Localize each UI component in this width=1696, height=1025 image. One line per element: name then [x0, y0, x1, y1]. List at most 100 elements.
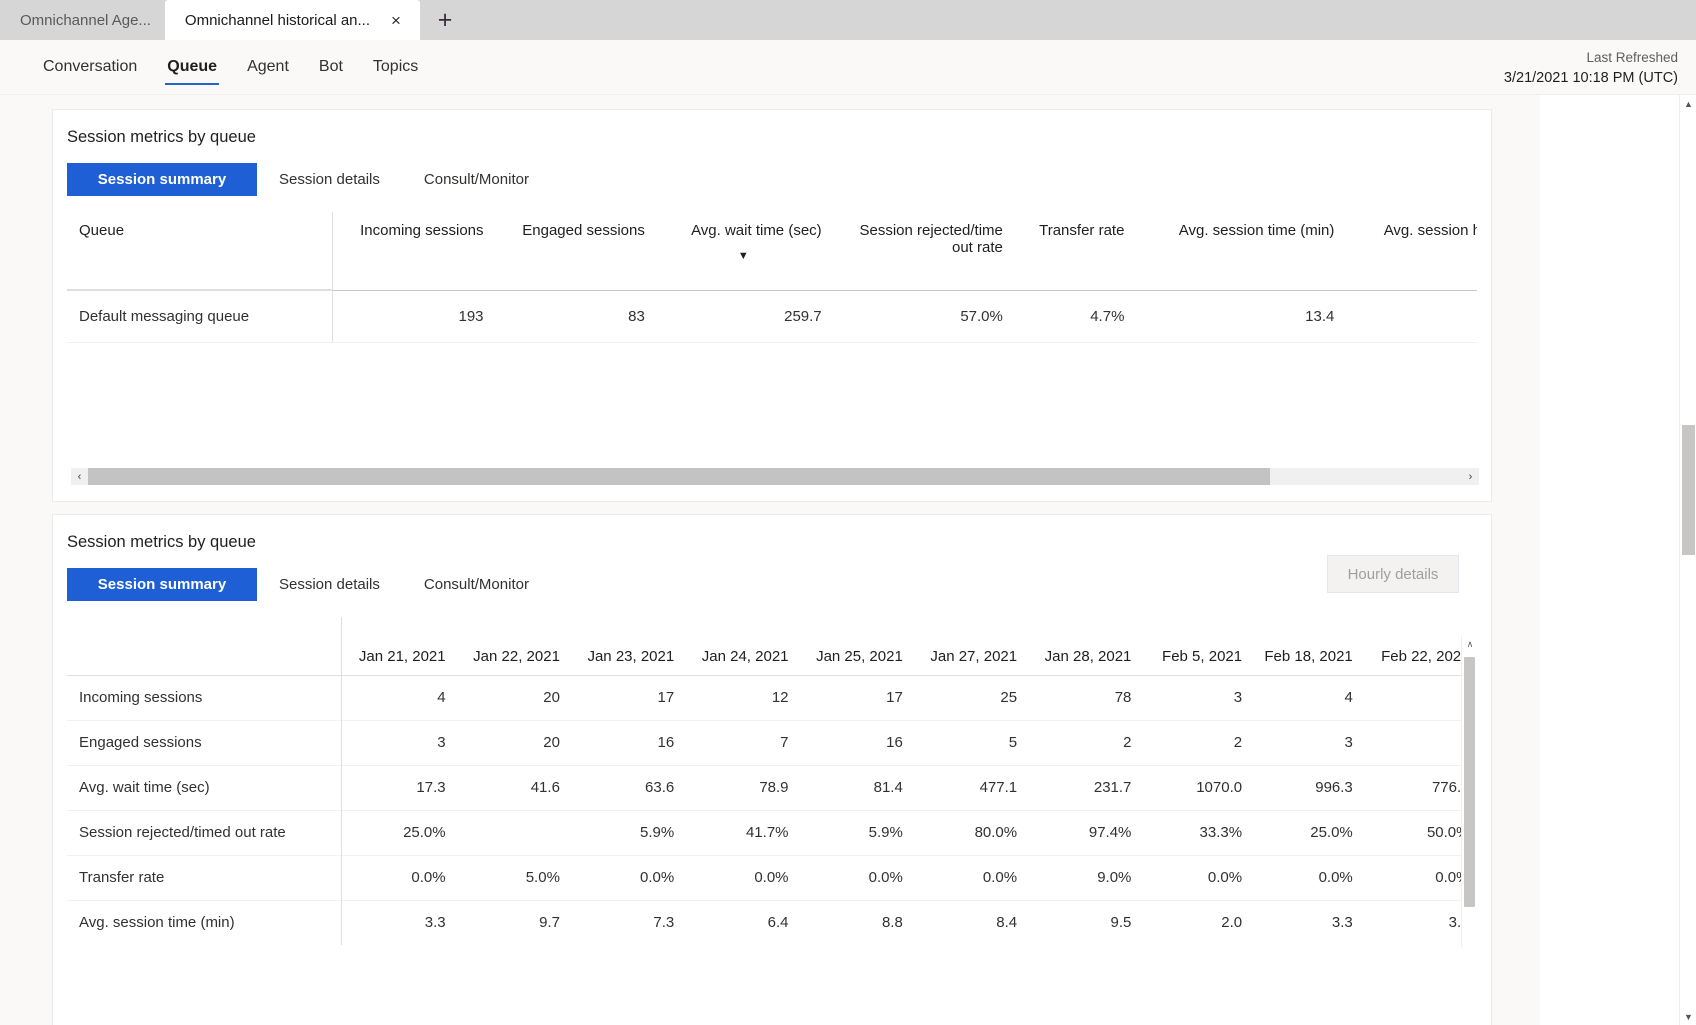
- card2-cell: 4: [437, 689, 446, 706]
- nav-item-bot-label: Bot: [318, 58, 343, 75]
- card1-col-avg-wait-time[interactable]: Avg. wait time (sec) ▼: [654, 212, 832, 291]
- table-row[interactable]: Engaged sessions 3 20 16 7 16 5 2 2 3 1: [67, 720, 1477, 765]
- card2-cell: 41.7%: [745, 824, 789, 841]
- app-navigation-bar: Conversation Queue Agent Bot Topics Last…: [0, 40, 1696, 95]
- card1-tab-session-details[interactable]: Session details: [257, 163, 402, 196]
- card1-tab-session-summary[interactable]: Session summary: [67, 163, 257, 196]
- card2-col-date-5[interactable]: Jan 27, 2021: [912, 617, 1028, 676]
- card2-col-date-1-label: Jan 22, 2021: [473, 647, 560, 665]
- card1-col-avg-session-time-label: Avg. session time (min): [1178, 222, 1335, 239]
- nav-item-topics[interactable]: Topics: [358, 40, 433, 95]
- sort-descending-icon[interactable]: ▼: [665, 251, 822, 262]
- browser-tab-1[interactable]: Omnichannel Age...: [0, 0, 165, 40]
- table-row[interactable]: Default messaging queue 193 83 259.7 57.…: [67, 290, 1477, 343]
- browser-tab-2[interactable]: Omnichannel historical an... ×: [164, 0, 421, 40]
- card2-tab-session-details[interactable]: Session details: [257, 568, 402, 601]
- card2-col-date-3[interactable]: Jan 24, 2021: [684, 617, 799, 676]
- table-row[interactable]: Session rejected/timed out rate 25.0% 5.…: [67, 810, 1477, 855]
- card1-title: Session metrics by queue: [67, 128, 256, 146]
- card2-cell: 20: [543, 689, 560, 706]
- card2-table: Jan 21, 2021 Jan 22, 2021 Jan 23, 2021 J…: [67, 617, 1477, 945]
- page-scroll-down-icon[interactable]: ▼: [1680, 1008, 1696, 1025]
- page-scroll-thumb[interactable]: [1682, 425, 1695, 555]
- card1-cell-incoming-sessions: 193: [332, 290, 494, 343]
- card2-cell: 78: [1114, 689, 1132, 706]
- card1-col-queue[interactable]: Queue: [67, 212, 333, 291]
- card2-cell: 7: [780, 734, 789, 751]
- card2-col-date-0[interactable]: Jan 21, 2021: [341, 617, 456, 676]
- card1-horizontal-scrollbar[interactable]: ‹ ›: [71, 468, 1479, 485]
- card2-cell: [456, 810, 570, 855]
- card2-cell: 16: [886, 734, 903, 751]
- card2-tab-consult-monitor-label: Consult/Monitor: [423, 576, 529, 593]
- scroll-right-icon[interactable]: ›: [1462, 468, 1479, 485]
- card2-cell: 0.0%: [754, 869, 789, 886]
- card2-col-date-8[interactable]: Feb 18, 2021: [1252, 617, 1363, 676]
- nav-item-agent[interactable]: Agent: [232, 40, 304, 95]
- card2-row-label-engaged-sessions: Engaged sessions: [67, 720, 342, 765]
- card-session-metrics-by-queue-summary: Session metrics by queue Session summary…: [52, 109, 1492, 502]
- card1-col-avg-session-time[interactable]: Avg. session time (min): [1134, 212, 1345, 291]
- card2-col-date-0-label: Jan 21, 2021: [358, 647, 446, 665]
- card1-col-session-rejected-rate[interactable]: Session rejected/time out rate: [831, 212, 1013, 291]
- card2-cell: 2.0: [1221, 914, 1243, 932]
- card2-col-date-1[interactable]: Jan 22, 2021: [455, 617, 570, 676]
- card2-col-date-2[interactable]: Jan 23, 2021: [569, 617, 685, 676]
- card2-col-metric: [67, 617, 342, 676]
- browser-tab-2-title: Omnichannel historical an...: [184, 11, 371, 29]
- card1-col-transfer-rate[interactable]: Transfer rate: [1012, 212, 1135, 291]
- card2-cell: 33.3%: [1199, 824, 1243, 841]
- card2-cell: 97.4%: [1088, 824, 1132, 841]
- card2-cell: 0.0%: [1207, 869, 1243, 886]
- card2-vertical-scroll-thumb[interactable]: [1464, 657, 1475, 907]
- card2-cell: 4: [1344, 689, 1353, 706]
- card2-vertical-scrollbar[interactable]: ∧: [1461, 635, 1477, 947]
- card1-cell-avg-session-handle-time: 6.4: [1344, 290, 1477, 343]
- nav-item-queue[interactable]: Queue: [152, 40, 232, 95]
- nav-item-topics-label: Topics: [372, 58, 419, 75]
- card2-cell: 8.8: [881, 914, 903, 932]
- card1-cell-queue: Default messaging queue: [67, 290, 333, 343]
- card2-cell: 231.7: [1093, 779, 1132, 796]
- card2-col-date-9[interactable]: Feb 22, 2021: [1362, 617, 1477, 676]
- card1-col-incoming-sessions[interactable]: Incoming sessions: [332, 212, 494, 291]
- card2-grid-viewport[interactable]: Jan 21, 2021 Jan 22, 2021 Jan 23, 2021 J…: [67, 617, 1477, 947]
- table-row[interactable]: Incoming sessions 4 20 17 12 17 25 78 3 …: [67, 675, 1477, 720]
- card1-col-session-rejected-rate-label: Session rejected/time out rate: [859, 222, 1003, 256]
- card2-tab-session-summary[interactable]: Session summary: [67, 568, 257, 601]
- page-scroll-up-icon[interactable]: ▲: [1680, 95, 1696, 112]
- last-refreshed-block: Last Refreshed 3/21/2021 10:18 PM (UTC): [1504, 48, 1678, 89]
- card1-content: Session metrics by queue Session summary…: [53, 110, 1491, 522]
- table-row[interactable]: Transfer rate 0.0% 5.0% 0.0% 0.0% 0.0% 0…: [67, 855, 1477, 900]
- card2-col-date-7[interactable]: Feb 5, 2021: [1141, 617, 1253, 676]
- card2-cell: 17.3: [416, 779, 446, 796]
- scroll-left-icon[interactable]: ‹: [71, 468, 88, 485]
- card2-cell: 3: [1233, 689, 1243, 706]
- card2-col-date-6-label: Jan 28, 2021: [1044, 647, 1132, 665]
- card2-cell: 2: [1363, 675, 1477, 720]
- nav-item-bot[interactable]: Bot: [304, 40, 358, 95]
- page-vertical-scrollbar[interactable]: ▲ ▼: [1679, 95, 1696, 1025]
- nav-item-conversation[interactable]: Conversation: [28, 40, 152, 95]
- table-row[interactable]: Avg. wait time (sec) 17.3 41.6 63.6 78.9…: [67, 765, 1477, 810]
- card1-col-engaged-sessions[interactable]: Engaged sessions: [493, 212, 655, 291]
- card1-scroll-thumb[interactable]: [88, 468, 1270, 485]
- close-icon[interactable]: ×: [386, 10, 406, 30]
- card2-tab-consult-monitor[interactable]: Consult/Monitor: [402, 568, 551, 601]
- table-row[interactable]: Avg. session time (min) 3.3 9.7 7.3 6.4 …: [67, 900, 1477, 945]
- card2-col-date-6[interactable]: Jan 28, 2021: [1027, 617, 1142, 676]
- scroll-up-icon[interactable]: ∧: [1462, 635, 1477, 653]
- card1-pivot-tabs: Session summary Session details Consult/…: [67, 163, 1477, 196]
- card1-scroll-track[interactable]: [88, 468, 1462, 485]
- hourly-details-button[interactable]: Hourly details: [1327, 555, 1459, 593]
- card2-cell: 12: [771, 689, 789, 706]
- card2-table-head: Jan 21, 2021 Jan 22, 2021 Jan 23, 2021 J…: [67, 617, 1477, 676]
- card2-cell: 2: [1233, 734, 1243, 751]
- new-tab-icon[interactable]: +: [426, 1, 464, 39]
- card1-col-avg-session-handle-time[interactable]: Avg. session handle time (min): [1344, 212, 1477, 291]
- card1-table-body: Default messaging queue 193 83 259.7 57.…: [67, 290, 1477, 343]
- card2-cell: 5.0%: [525, 869, 560, 886]
- card2-cell: 20: [543, 734, 560, 751]
- card2-col-date-4[interactable]: Jan 25, 2021: [798, 617, 913, 676]
- card1-tab-consult-monitor[interactable]: Consult/Monitor: [402, 163, 551, 196]
